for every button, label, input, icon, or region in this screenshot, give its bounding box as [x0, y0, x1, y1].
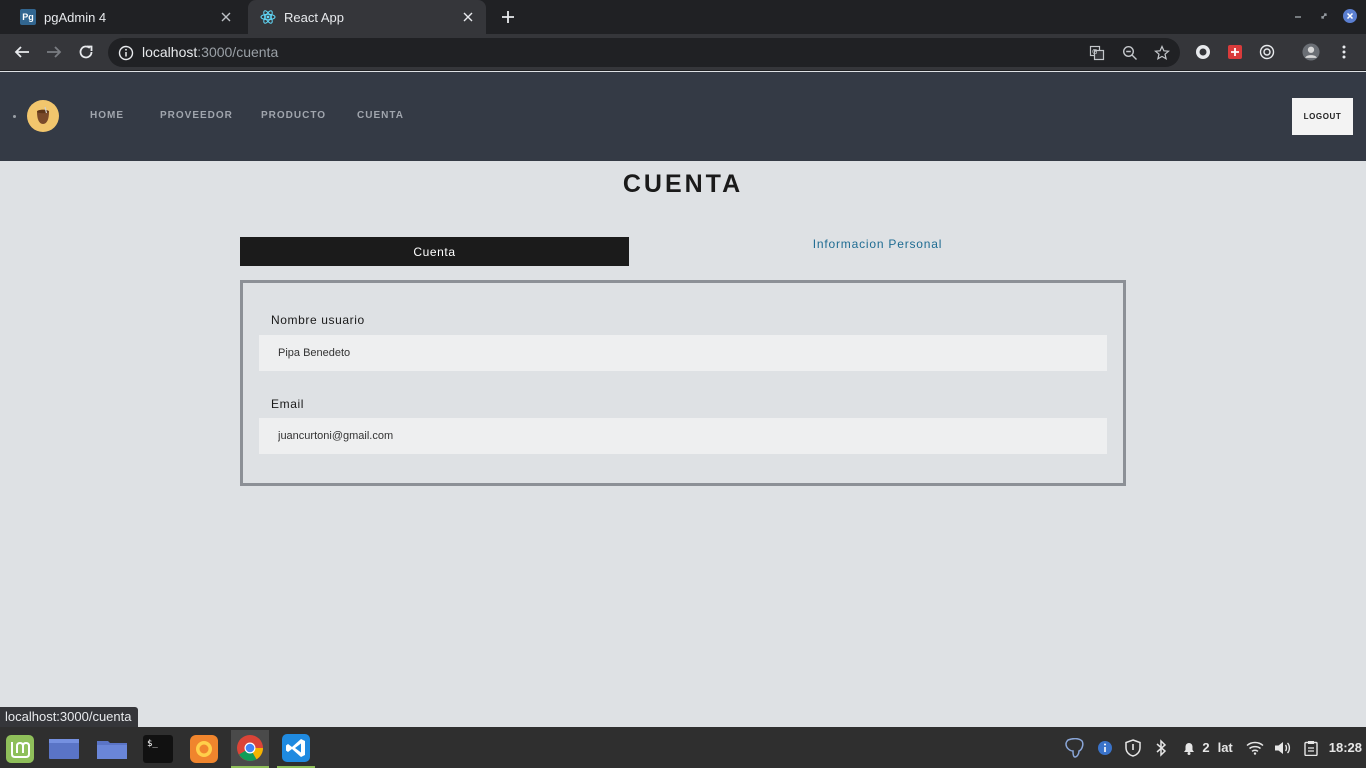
- tab-title: React App: [284, 9, 344, 25]
- volume-icon[interactable]: [1273, 738, 1293, 758]
- firefox-icon[interactable]: [185, 730, 223, 768]
- files-icon[interactable]: [93, 730, 131, 768]
- chrome-icon[interactable]: [231, 730, 269, 768]
- url-text: localhost:3000/cuenta: [142, 44, 278, 60]
- browser-tab-pgadmin[interactable]: Pg pgAdmin 4: [8, 0, 244, 34]
- app-navbar: HOME PROVEEDOR PRODUCTO CUENTA LOGOUT: [0, 72, 1366, 161]
- bluetooth-icon[interactable]: [1151, 738, 1171, 758]
- tab-informacion-personal[interactable]: Informacion Personal: [683, 237, 1072, 254]
- app-logo-icon[interactable]: [27, 100, 59, 132]
- back-icon[interactable]: [12, 42, 32, 62]
- nav-link-home[interactable]: HOME: [90, 110, 124, 121]
- browser-tab-react[interactable]: React App: [248, 0, 486, 34]
- show-desktop-icon[interactable]: [45, 730, 83, 768]
- react-icon: [260, 9, 276, 25]
- nav-link-cuenta[interactable]: CUENTA: [357, 110, 404, 121]
- info-icon[interactable]: [118, 45, 134, 61]
- extension-red-icon[interactable]: [1226, 43, 1244, 61]
- close-tab-icon[interactable]: [460, 9, 476, 25]
- bookmark-star-icon[interactable]: [1153, 44, 1171, 62]
- account-form-panel: Nombre usuario Email: [240, 280, 1126, 486]
- email-input[interactable]: [259, 418, 1107, 454]
- postgres-icon[interactable]: [1063, 737, 1087, 758]
- email-label: Email: [271, 397, 305, 411]
- window-controls: [1290, 8, 1358, 24]
- minimize-icon[interactable]: [1290, 8, 1306, 24]
- svg-text:$_: $_: [147, 739, 158, 749]
- close-tab-icon[interactable]: [218, 9, 234, 25]
- pgadmin-icon: Pg: [20, 9, 36, 25]
- notification-count: 2: [1202, 740, 1210, 755]
- profile-avatar-icon[interactable]: [1302, 43, 1320, 61]
- address-bar[interactable]: localhost:3000/cuenta G: [108, 38, 1180, 67]
- status-bar-link: localhost:3000/cuenta: [0, 707, 139, 727]
- page-title: CUENTA: [622, 170, 744, 198]
- nav-dot: [13, 115, 16, 118]
- vscode-icon[interactable]: [277, 730, 315, 768]
- maximize-icon[interactable]: [1316, 8, 1332, 24]
- extension-icon[interactable]: [1194, 43, 1212, 61]
- notifications-icon[interactable]: [1179, 738, 1199, 758]
- taskbar: $_ 2 lat 18:28: [0, 727, 1366, 768]
- nav-link-proveedor[interactable]: PROVEEDOR: [160, 110, 233, 121]
- url-host: localhost: [142, 44, 198, 60]
- translate-icon[interactable]: G: [1088, 44, 1106, 62]
- forward-icon[interactable]: [44, 42, 64, 62]
- mint-menu-icon[interactable]: [1, 730, 39, 768]
- username-input[interactable]: [259, 335, 1107, 371]
- wifi-icon[interactable]: [1245, 738, 1265, 758]
- tab-cuenta[interactable]: Cuenta: [240, 237, 629, 266]
- close-window-icon[interactable]: [1342, 8, 1358, 24]
- reload-icon[interactable]: [76, 42, 96, 62]
- clock[interactable]: 18:28: [1329, 740, 1362, 755]
- nav-link-producto[interactable]: PRODUCTO: [261, 110, 326, 121]
- extension-target-icon[interactable]: [1258, 43, 1276, 61]
- new-tab-icon[interactable]: [498, 7, 518, 27]
- username-label: Nombre usuario: [271, 313, 365, 327]
- clipboard-icon[interactable]: [1301, 738, 1321, 758]
- zoom-icon[interactable]: [1121, 44, 1139, 62]
- keyboard-layout[interactable]: lat: [1218, 740, 1233, 755]
- shield-icon[interactable]: [1123, 738, 1143, 758]
- logout-button[interactable]: LOGOUT: [1292, 98, 1353, 135]
- browser-toolbar: localhost:3000/cuenta G: [0, 34, 1366, 71]
- browser-menu-icon[interactable]: [1335, 43, 1353, 61]
- url-path: :3000/cuenta: [197, 44, 279, 60]
- svg-text:G: G: [1092, 48, 1097, 56]
- tab-title: pgAdmin 4: [44, 9, 107, 25]
- browser-tabstrip: Pg pgAdmin 4 React App: [0, 0, 1366, 34]
- info-badge-icon[interactable]: [1095, 738, 1115, 758]
- system-tray: 2 lat 18:28: [1063, 727, 1366, 768]
- terminal-icon[interactable]: $_: [139, 730, 177, 768]
